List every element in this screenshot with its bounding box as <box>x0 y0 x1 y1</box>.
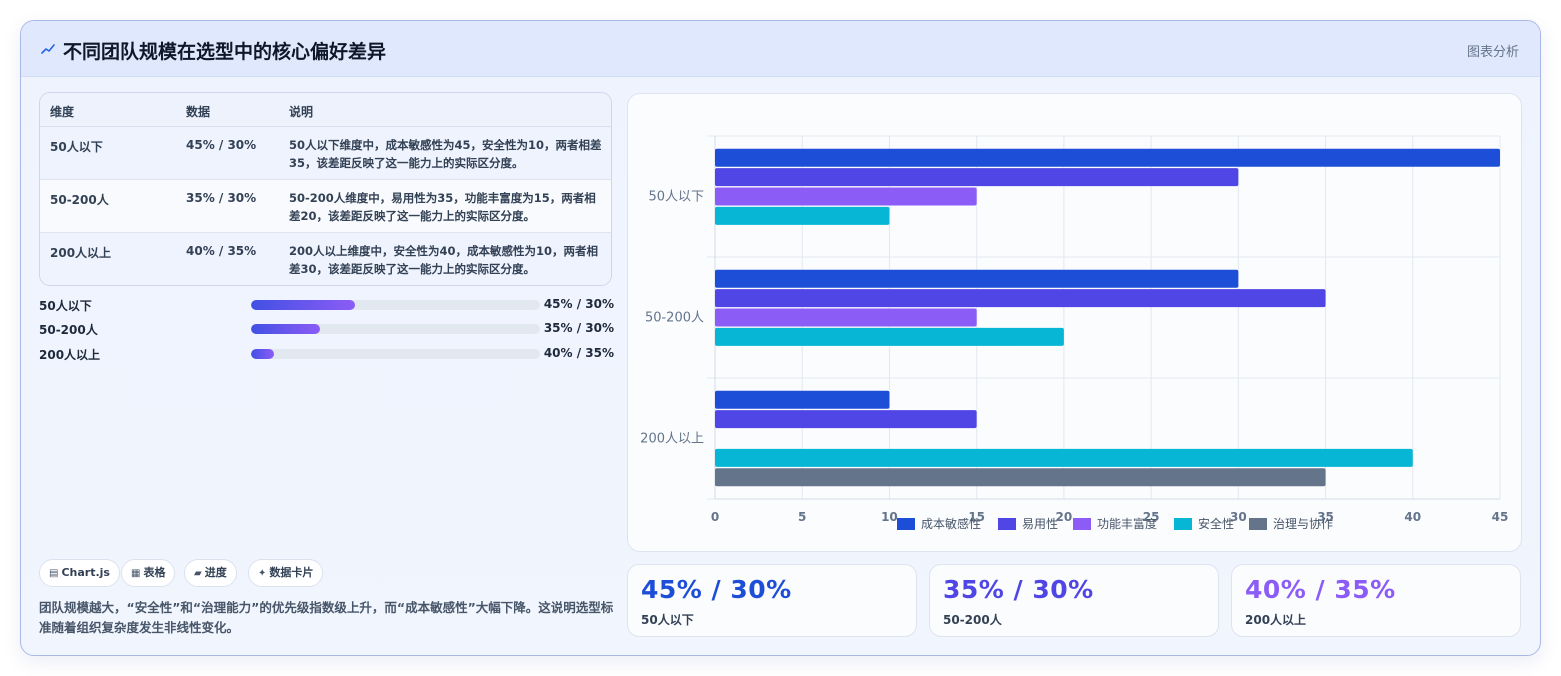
card-header: 不同团队规模在选型中的核心偏好差异 图表分析 <box>21 21 1540 77</box>
legend-swatch <box>1073 518 1091 530</box>
chip-table[interactable]: ▦ 表格 <box>121 559 176 587</box>
kpi-value: 35% / 30% <box>943 575 1094 604</box>
progress-value: 40% / 35% <box>543 346 614 360</box>
cell-data: 40% / 35% <box>186 244 257 258</box>
y-tick-label: 50人以下 <box>648 190 704 205</box>
progress-row: 50-200人 35% / 30% <box>39 319 614 339</box>
progress-value: 35% / 30% <box>543 321 614 335</box>
data-table: 维度 数据 说明 50人以下 45% / 30% 50人以下维度中，成本敏感性为… <box>39 92 612 286</box>
progress-icon: ▰ <box>194 568 202 579</box>
bar <box>715 390 890 409</box>
table-row: 200人以上 40% / 35% 200人以上维度中，安全性为40，成本敏感性为… <box>40 233 611 285</box>
chip-label: 表格 <box>143 566 166 579</box>
kpi-value: 40% / 35% <box>1245 575 1396 604</box>
legend-label: 安全性 <box>1198 516 1234 531</box>
chip-progress[interactable]: ▰ 进度 <box>184 559 237 587</box>
column-header-desc: 说明 <box>289 105 314 119</box>
bar <box>715 148 1500 167</box>
legend-label: 功能丰富度 <box>1097 516 1157 531</box>
kpi-label: 50-200人 <box>943 613 1002 627</box>
progress-label: 50-200人 <box>39 323 98 337</box>
progress-fill <box>251 349 275 359</box>
chip-chartjs[interactable]: ▤ Chart.js <box>39 559 120 587</box>
chip-label: 进度 <box>204 566 227 579</box>
legend-label: 成本敏感性 <box>921 516 981 531</box>
bar <box>715 187 977 206</box>
cell-dimension: 50人以下 <box>50 140 103 154</box>
legend-swatch <box>1249 518 1267 530</box>
bar <box>715 327 1064 346</box>
chart-analysis-label: 图表分析 <box>1466 45 1519 60</box>
bar <box>715 168 1239 187</box>
cell-desc: 200人以上维度中，安全性为40，成本敏感性为10，两者相差30，该差距反映了这… <box>289 244 599 276</box>
x-tick-label: 45 <box>1492 510 1509 524</box>
progress-value: 45% / 30% <box>543 297 614 311</box>
legend-swatch <box>897 518 915 530</box>
x-tick-label: 10 <box>881 510 898 524</box>
bar <box>715 448 1413 467</box>
progress-track <box>251 349 540 359</box>
trend-icon <box>41 44 55 54</box>
kpi-card: 40% / 35% 200人以上 <box>1231 564 1521 637</box>
progress-track <box>251 324 540 334</box>
bar <box>715 289 1326 308</box>
table-row: 50人以下 45% / 30% 50人以下维度中，成本敏感性为45，安全性为10… <box>40 127 611 180</box>
legend-label: 易用性 <box>1022 517 1058 531</box>
cell-dimension: 200人以上 <box>50 246 112 260</box>
table-icon: ▦ <box>131 568 141 579</box>
x-tick-label: 20 <box>1056 510 1073 524</box>
progress-row: 200人以上 40% / 35% <box>39 344 614 364</box>
kpi-label: 50人以下 <box>641 613 694 627</box>
chart-icon: ▤ <box>49 568 59 579</box>
progress-fill <box>251 324 321 334</box>
cell-desc: 50人以下维度中，成本敏感性为45，安全性为10，两者相差35，该差距反映了这一… <box>289 138 602 170</box>
summary-text: 团队规模越大，“安全性”和“治理能力”的优先级指数级上升，而“成本敏感性”大幅下… <box>39 600 614 635</box>
legend-swatch <box>1174 518 1192 530</box>
y-tick-label: 50-200人 <box>645 311 704 326</box>
chip-data-card[interactable]: ✦ 数据卡片 <box>248 559 324 587</box>
bar <box>715 308 977 327</box>
chart-panel: 0 5 10 15 20 25 30 35 40 45 50人以下 50-200人 200人以上 成本敏感… <box>627 93 1522 552</box>
chip-label: 数据卡片 <box>269 566 314 579</box>
kpi-card: 45% / 30% 50人以下 <box>627 564 917 637</box>
kpi-value: 45% / 30% <box>641 575 792 604</box>
legend-label: 治理与协作 <box>1273 516 1333 531</box>
x-tick-label: 5 <box>798 510 806 524</box>
x-tick-label: 0 <box>711 510 719 524</box>
chip-label: Chart.js <box>61 566 110 579</box>
progress-label: 200人以上 <box>39 348 101 362</box>
progress-fill <box>251 300 356 310</box>
kpi-label: 200人以上 <box>1245 613 1307 627</box>
chart-card: 不同团队规模在选型中的核心偏好差异 图表分析 维度 数据 说明 50人以下 45… <box>20 20 1541 656</box>
bar <box>715 468 1326 487</box>
bar <box>715 410 977 429</box>
y-tick-label: 200人以上 <box>640 432 704 447</box>
column-header-data: 数据 <box>186 105 211 119</box>
column-header-dimension: 维度 <box>50 105 75 119</box>
card-icon: ✦ <box>258 568 267 579</box>
x-tick-label: 40 <box>1404 510 1421 524</box>
bar <box>715 206 890 225</box>
cell-desc: 50-200人维度中，易用性为35，功能丰富度为15，两者相差20，该差距反映了… <box>289 191 596 223</box>
legend-swatch <box>998 518 1016 530</box>
cell-data: 35% / 30% <box>186 191 257 205</box>
bar <box>715 269 1239 288</box>
progress-track <box>251 300 540 310</box>
progress-row: 50人以下 45% / 30% <box>39 295 614 315</box>
progress-label: 50人以下 <box>39 299 92 313</box>
bar-chart: 0 5 10 15 20 25 30 35 40 4550人以下50-200人200人以上成本敏感… <box>640 135 1509 531</box>
table-header: 维度 数据 说明 <box>40 93 611 127</box>
table-row: 50-200人 35% / 30% 50-200人维度中，易用性为35，功能丰富… <box>40 180 611 233</box>
page-title: 不同团队规模在选型中的核心偏好差异 <box>63 41 387 63</box>
kpi-card: 35% / 30% 50-200人 <box>929 564 1219 637</box>
cell-data: 45% / 30% <box>186 138 257 152</box>
cell-dimension: 50-200人 <box>50 193 109 207</box>
